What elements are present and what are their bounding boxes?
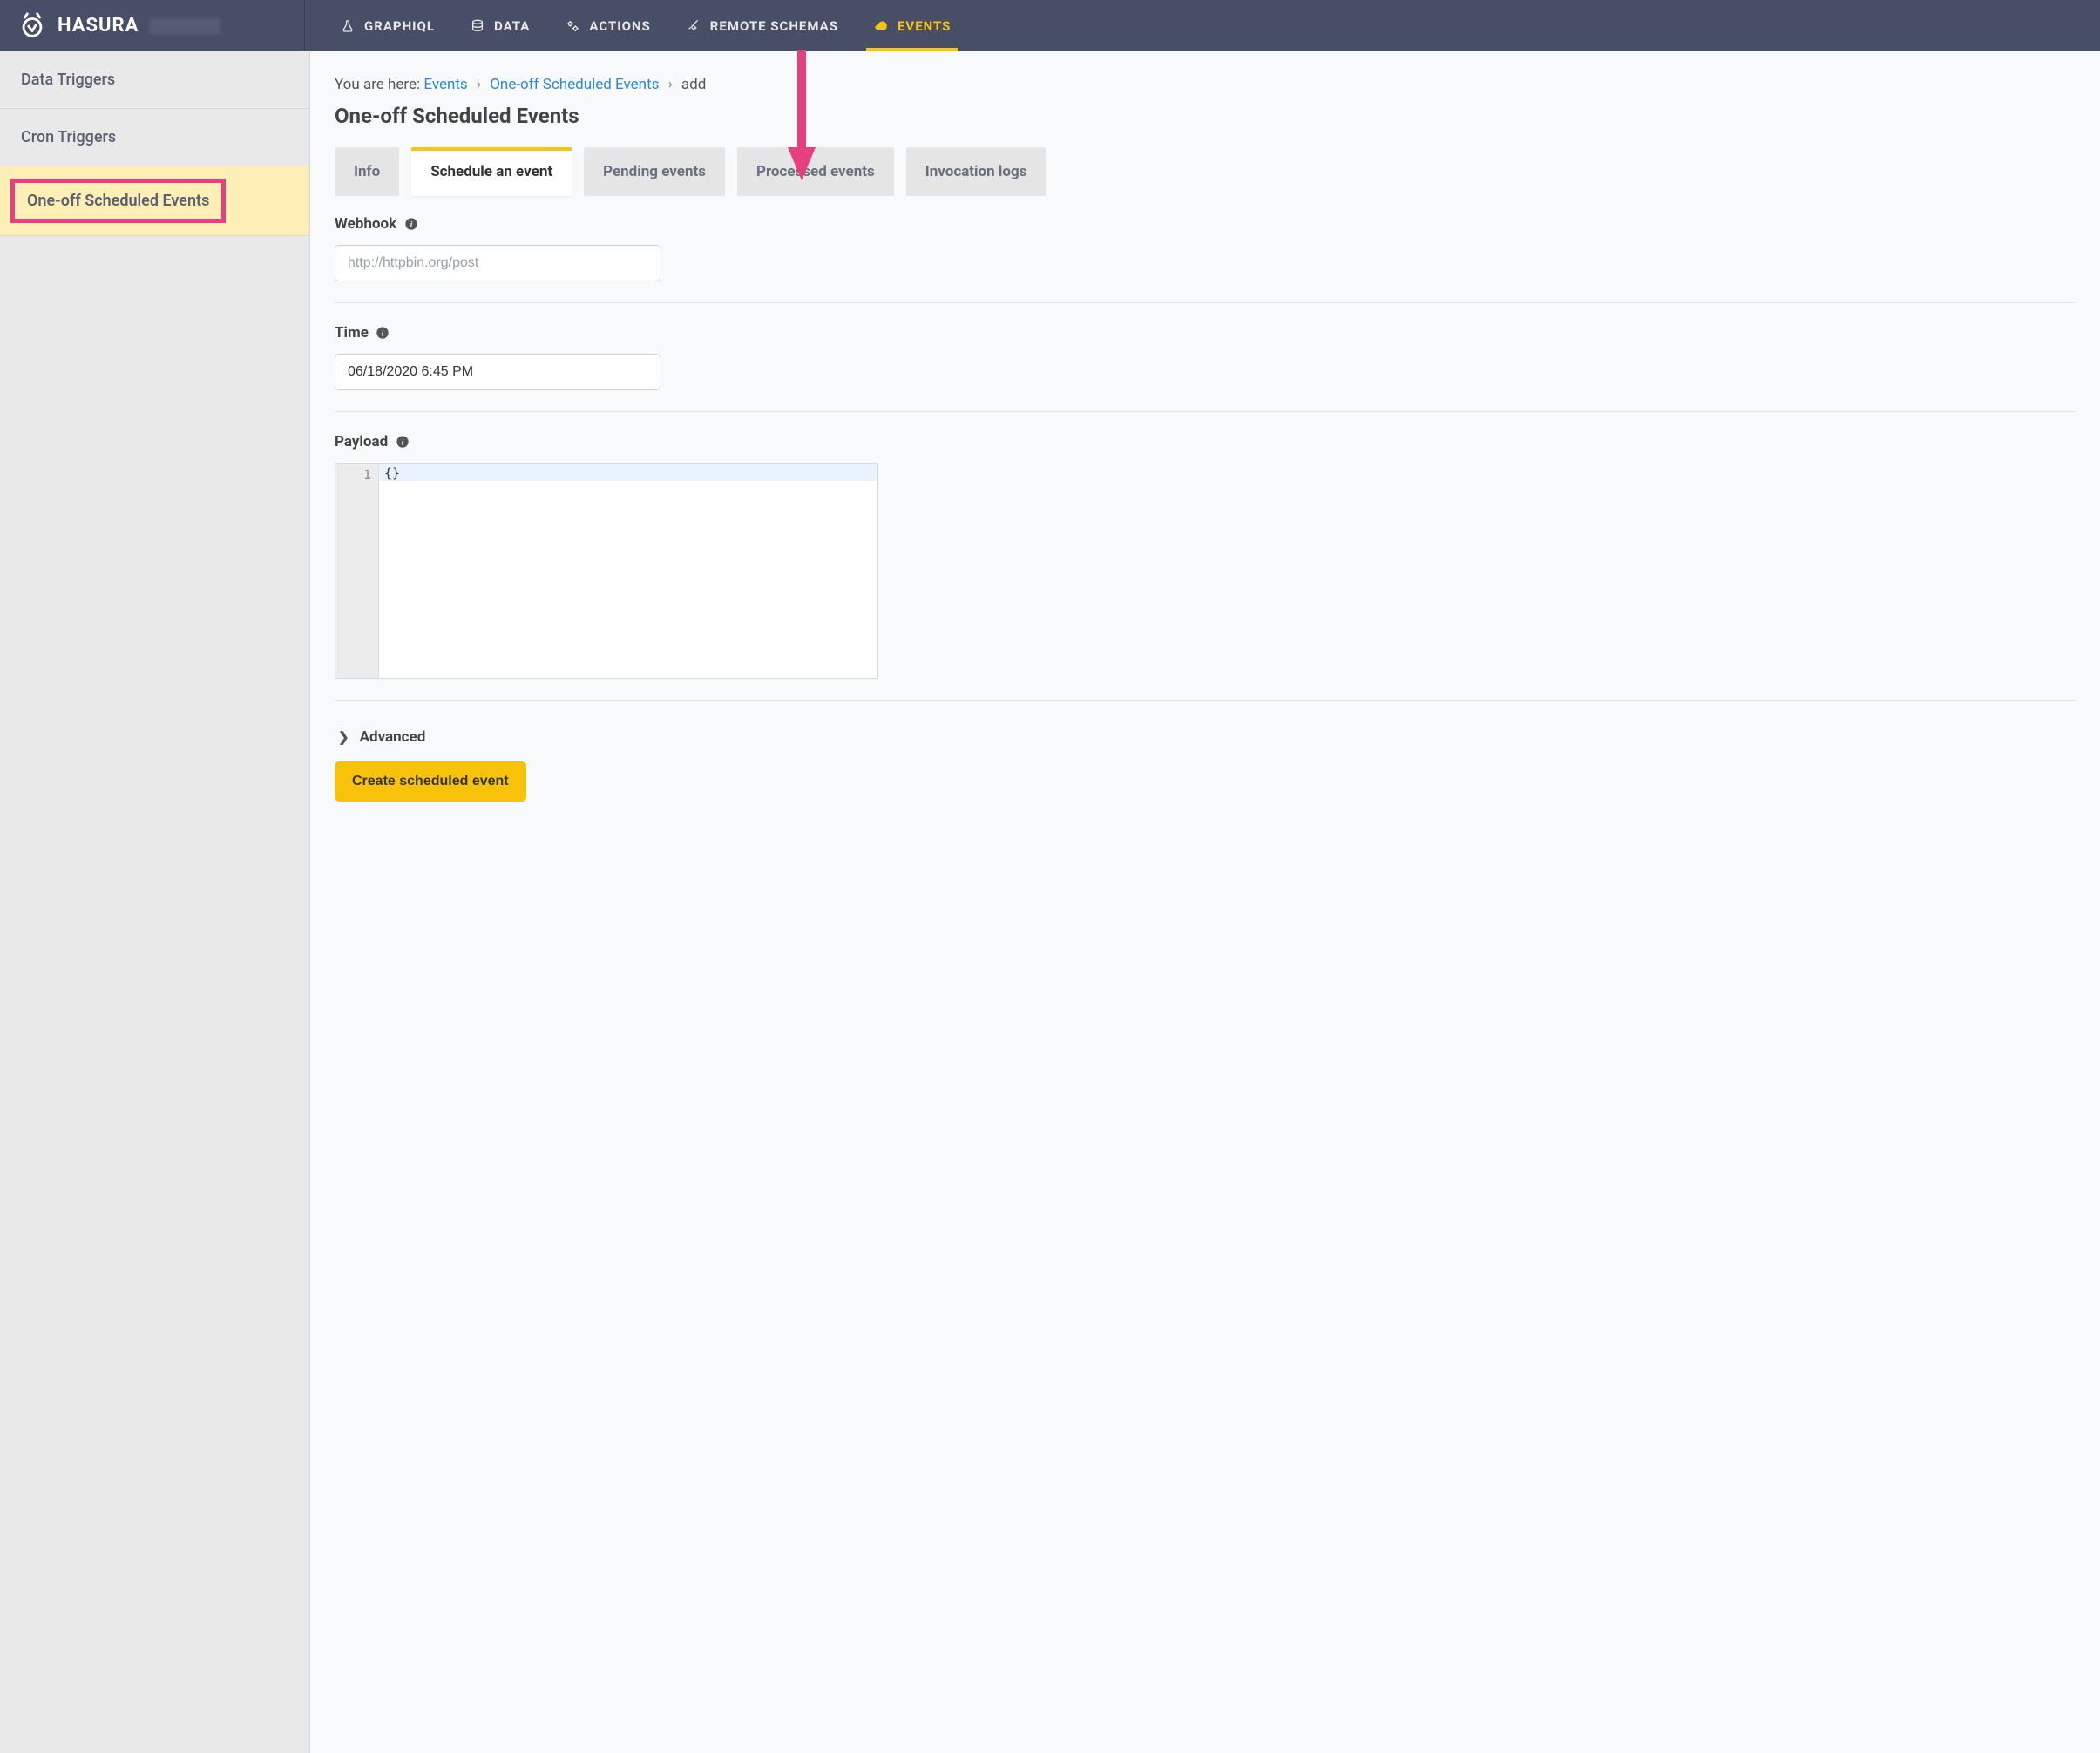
sidebar-item-label: Cron Triggers: [21, 128, 116, 146]
svg-text:i: i: [401, 438, 403, 447]
breadcrumb-current: add: [681, 76, 706, 93]
tab-pending-events[interactable]: Pending events: [584, 147, 725, 196]
brand-name: HASURA: [58, 15, 139, 37]
main-content: You are here: Events › One-off Scheduled…: [310, 51, 2100, 1753]
nav-label: ACTIONS: [589, 18, 650, 34]
svg-text:i: i: [410, 220, 412, 229]
chevron-right-icon: ❯: [338, 729, 349, 745]
tab-invocation-logs[interactable]: Invocation logs: [906, 147, 1047, 196]
time-input[interactable]: [335, 354, 660, 390]
payload-editor[interactable]: 1 {}: [335, 463, 878, 679]
database-icon: [470, 18, 485, 34]
svg-text:i: i: [382, 329, 384, 338]
tab-processed-events[interactable]: Processed events: [737, 147, 894, 196]
page-title: One-off Scheduled Events: [335, 104, 2076, 128]
webhook-input[interactable]: [335, 245, 660, 281]
cloud-icon: [873, 18, 889, 34]
webhook-label: Webhook: [335, 215, 396, 233]
nav-remote-schemas[interactable]: REMOTE SCHEMAS: [668, 0, 856, 51]
nav-actions[interactable]: ACTIONS: [547, 0, 667, 51]
top-nav: GRAPHIQL DATA ACTIONS REMOTE SCHEMAS EVE…: [305, 0, 968, 51]
nav-events[interactable]: EVENTS: [856, 0, 968, 51]
tabs: Info Schedule an event Pending events Pr…: [335, 147, 2076, 196]
logo-group: HASURA: [17, 0, 305, 51]
create-scheduled-event-button[interactable]: Create scheduled event: [335, 761, 526, 802]
breadcrumb: You are here: Events › One-off Scheduled…: [335, 76, 2076, 93]
gears-icon: [565, 18, 580, 34]
sidebar-item-one-off-events[interactable]: One-off Scheduled Events: [0, 166, 309, 236]
section-webhook: Webhook i: [335, 215, 2076, 303]
editor-gutter: 1: [335, 464, 379, 678]
app-header: HASURA GRAPHIQL DATA ACTIONS REMO: [0, 0, 2100, 51]
nav-label: EVENTS: [898, 18, 951, 34]
payload-value: {}: [384, 465, 400, 481]
section-time: Time i: [335, 324, 2076, 412]
tab-schedule-event[interactable]: Schedule an event: [411, 147, 572, 196]
breadcrumb-prefix: You are here:: [335, 76, 420, 93]
editor-body[interactable]: {}: [379, 464, 877, 678]
line-number: 1: [335, 467, 371, 483]
time-label: Time: [335, 324, 369, 342]
sidebar-item-data-triggers[interactable]: Data Triggers: [0, 51, 309, 109]
advanced-toggle[interactable]: ❯ Advanced: [335, 721, 2076, 761]
info-icon[interactable]: i: [376, 326, 390, 341]
sidebar-item-label: Data Triggers: [21, 71, 115, 89]
plug-icon: [686, 18, 701, 34]
hasura-logo-icon: [17, 11, 47, 41]
nav-data[interactable]: DATA: [452, 0, 547, 51]
chevron-right-icon: ›: [477, 76, 481, 93]
sidebar-item-label: One-off Scheduled Events: [10, 179, 226, 223]
chevron-right-icon: ›: [668, 76, 673, 93]
section-payload: Payload i 1 {}: [335, 433, 2076, 701]
breadcrumb-link-one-off[interactable]: One-off Scheduled Events: [490, 76, 659, 93]
payload-label: Payload: [335, 433, 388, 450]
tab-info[interactable]: Info: [335, 147, 399, 196]
advanced-label: Advanced: [360, 728, 426, 746]
version-badge-blurred: [149, 18, 220, 34]
sidebar-item-cron-triggers[interactable]: Cron Triggers: [0, 109, 309, 166]
nav-graphiql[interactable]: GRAPHIQL: [322, 0, 452, 51]
flask-icon: [340, 18, 356, 34]
info-icon[interactable]: i: [403, 217, 418, 232]
breadcrumb-link-events[interactable]: Events: [423, 76, 467, 93]
nav-label: REMOTE SCHEMAS: [710, 18, 838, 34]
sidebar: Data Triggers Cron Triggers One-off Sche…: [0, 51, 310, 1753]
nav-label: GRAPHIQL: [364, 18, 435, 34]
nav-label: DATA: [494, 18, 530, 34]
info-icon[interactable]: i: [395, 435, 410, 450]
